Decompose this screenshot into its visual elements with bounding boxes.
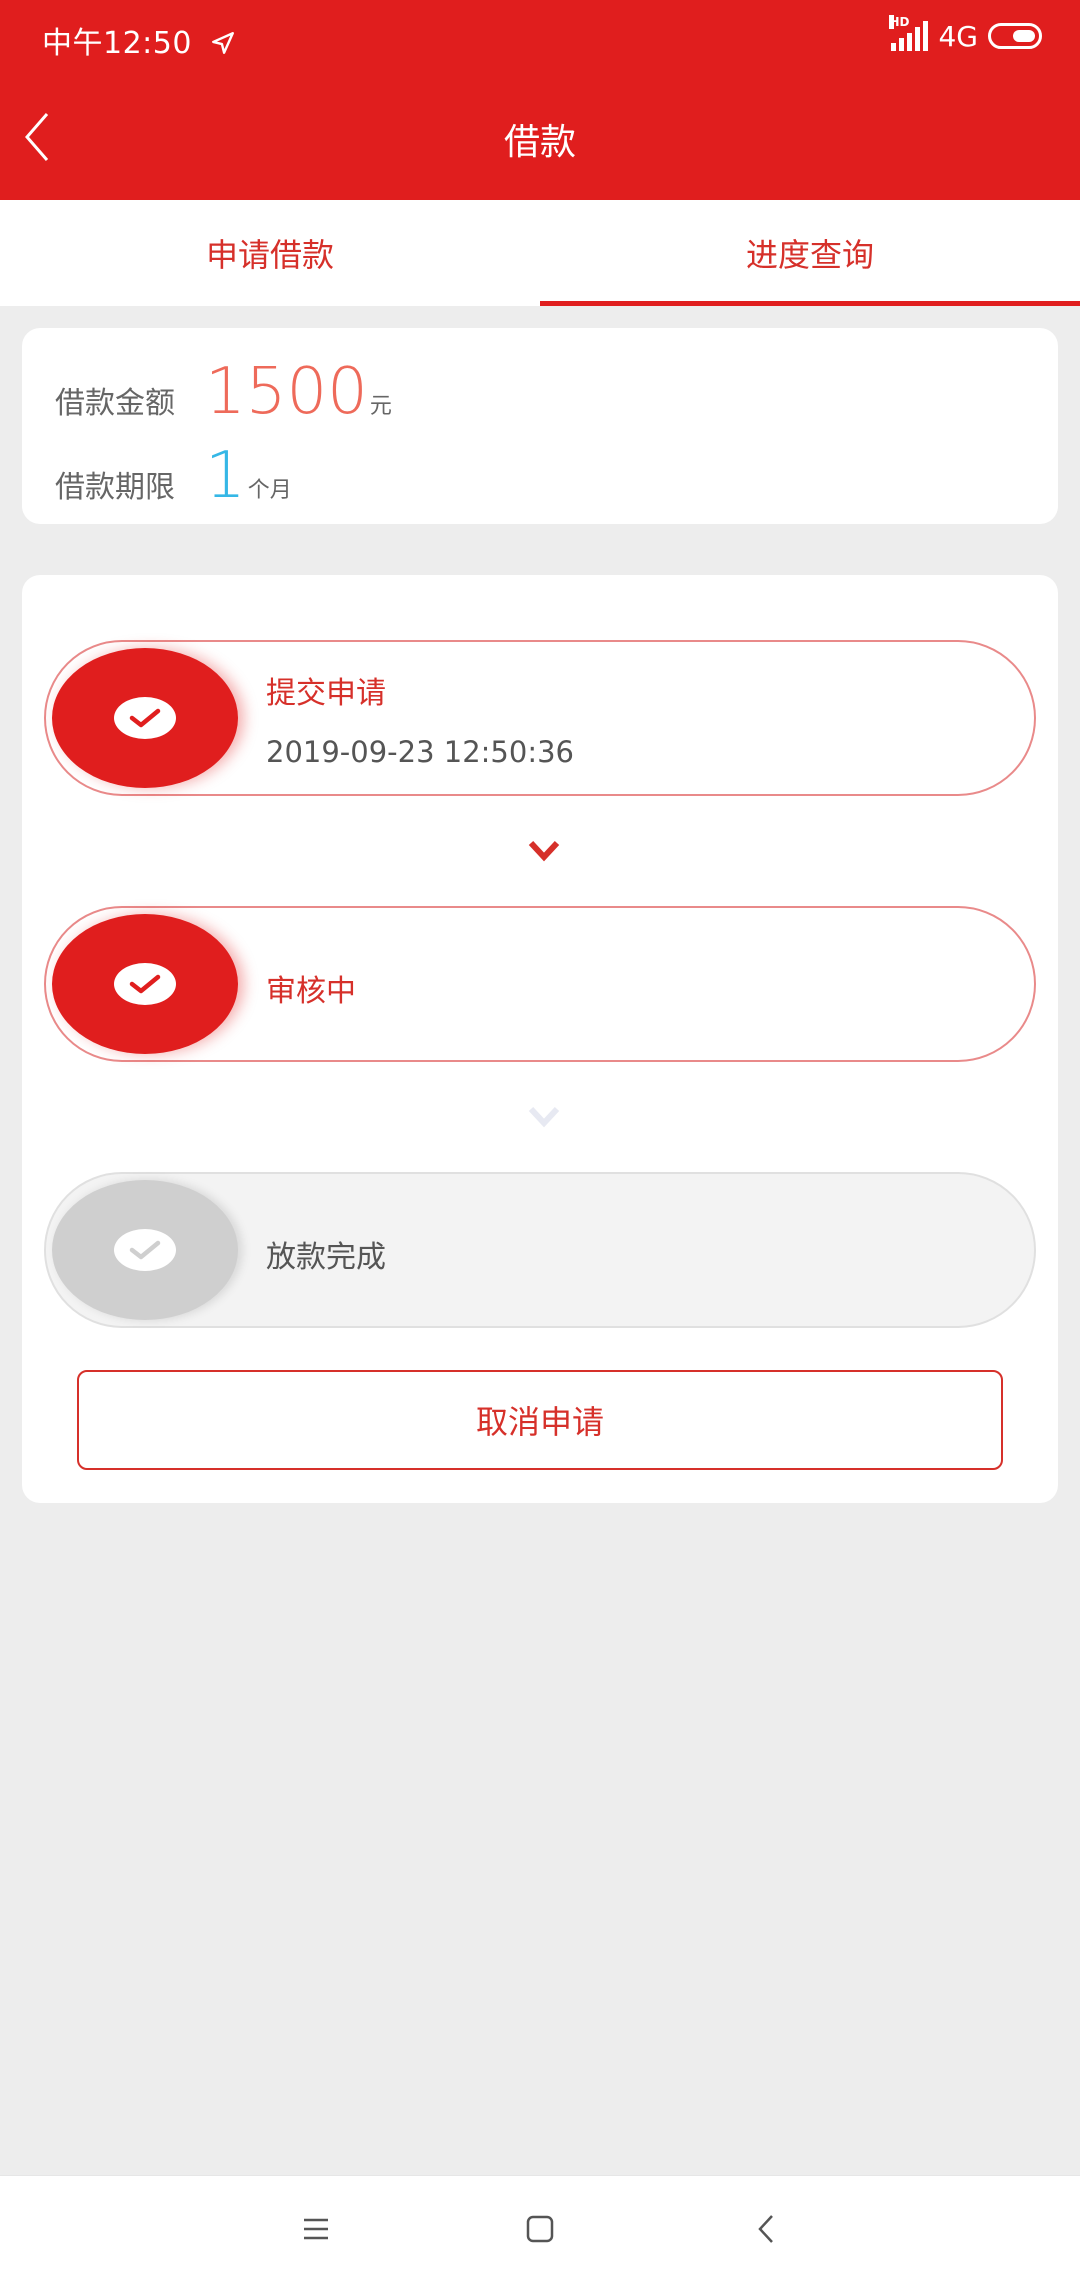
loan-term-label: 借款期限 <box>55 470 175 505</box>
home-icon <box>526 2215 554 2243</box>
step-submit-application: 提交申请 2019-09-23 12:50:36 <box>44 640 1036 796</box>
tab-progress-query[interactable]: 进度查询 <box>540 200 1080 306</box>
loan-term-row: 借款期限 1 个月 <box>55 444 292 508</box>
step-under-review: 审核中 <box>44 906 1036 1062</box>
step-time: 2019-09-23 12:50:36 <box>266 735 574 769</box>
hd-label: HD <box>889 15 910 29</box>
loan-amount-value: 1500 <box>205 355 368 429</box>
cancel-application-button[interactable]: 取消申请 <box>77 1370 1003 1470</box>
step-status-circle <box>52 1180 238 1320</box>
loan-amount-unit: 元 <box>369 394 392 419</box>
system-nav-bar <box>0 2175 1080 2280</box>
chevron-down-icon <box>528 1106 560 1128</box>
step-loan-disbursed: 放款完成 <box>44 1172 1036 1328</box>
step-status-circle <box>52 914 238 1054</box>
status-icons: HD 4G <box>889 15 1042 56</box>
menu-button[interactable] <box>286 2204 346 2254</box>
battery-icon <box>988 23 1042 49</box>
loan-term-unit: 个月 <box>247 478 292 503</box>
system-back-button[interactable] <box>736 2204 796 2254</box>
tab-apply-loan[interactable]: 申请借款 <box>0 200 540 306</box>
check-icon <box>129 708 161 728</box>
status-time: 中午12:50 <box>42 18 236 62</box>
check-icon <box>129 974 161 994</box>
loan-term-value: 1 <box>205 439 246 513</box>
progress-card: 提交申请 2019-09-23 12:50:36 审核中 放款完成 取消申请 <box>22 575 1058 1503</box>
status-bar: 中午12:50 HD 4G <box>0 0 1080 75</box>
home-button[interactable] <box>510 2204 570 2254</box>
chevron-down-icon <box>528 840 560 862</box>
back-icon <box>758 2215 773 2243</box>
signal-icon: HD <box>889 15 929 51</box>
page-title: 借款 <box>503 122 576 163</box>
tab-bar: 申请借款 进度查询 <box>0 200 1080 306</box>
step-title: 放款完成 <box>266 1240 386 1275</box>
menu-icon <box>304 2218 328 2240</box>
step-title: 审核中 <box>266 974 356 1009</box>
loan-amount-label: 借款金额 <box>55 386 175 421</box>
title-bar: 借款 <box>0 75 1080 200</box>
step-title: 提交申请 <box>266 676 386 711</box>
loan-info-card: 借款金额 1500 元 借款期限 1 个月 <box>22 328 1058 524</box>
network-type: 4G <box>938 19 978 53</box>
location-arrow-icon <box>212 32 234 54</box>
step-status-circle <box>52 648 238 788</box>
check-icon <box>129 1240 161 1260</box>
loan-amount-row: 借款金额 1500 元 <box>55 360 392 424</box>
